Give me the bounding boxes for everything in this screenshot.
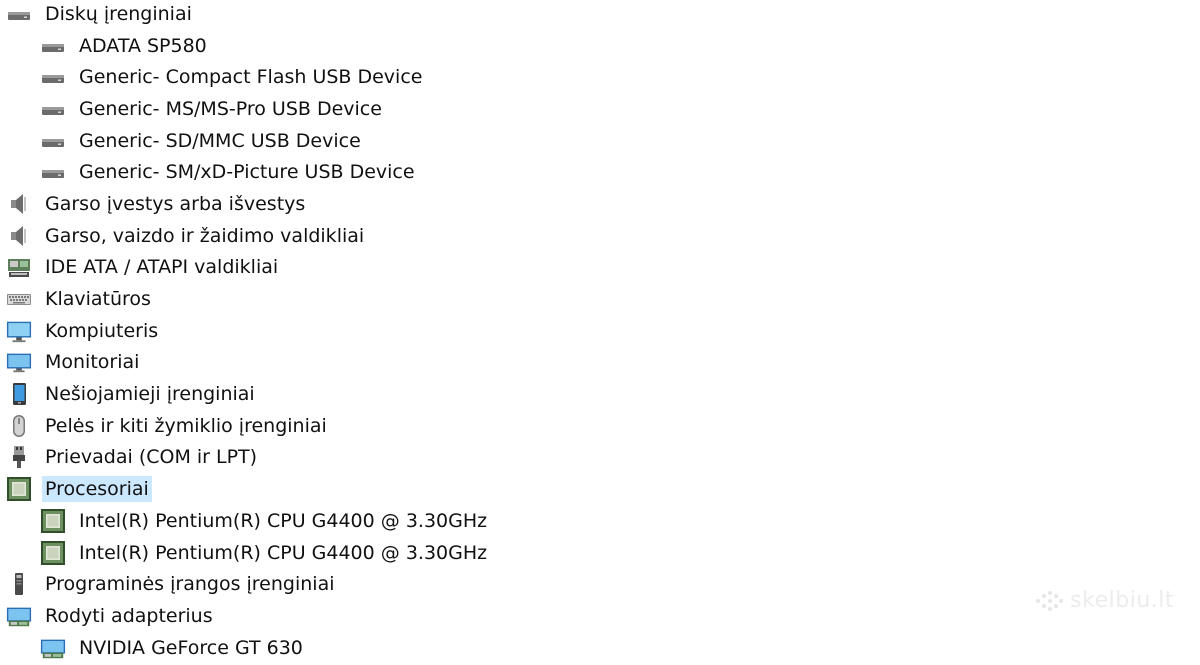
software-device-icon bbox=[6, 571, 32, 597]
tree-item-label: Generic- Compact Flash USB Device bbox=[79, 66, 423, 89]
ide-controller-icon bbox=[6, 254, 32, 280]
tree-item[interactable]: Generic- Compact Flash USB Device bbox=[0, 61, 1200, 93]
tree-item[interactable]: Garso įvestys arba išvestys bbox=[0, 188, 1200, 220]
tree-item-label: Monitoriai bbox=[45, 351, 140, 374]
watermark-logo-icon bbox=[1034, 590, 1064, 612]
tree-item[interactable]: Klaviatūros bbox=[0, 283, 1200, 315]
watermark: skelbiu.lt bbox=[1034, 588, 1174, 613]
tree-item[interactable]: Procesoriai bbox=[0, 473, 1200, 506]
processor-icon bbox=[40, 508, 66, 534]
drive-icon bbox=[6, 1, 32, 27]
tree-item[interactable]: Monitoriai bbox=[0, 347, 1200, 379]
port-icon bbox=[6, 444, 32, 470]
tree-item[interactable]: Nešiojamieji įrenginiai bbox=[0, 378, 1200, 410]
tree-item-label: Generic- SD/MMC USB Device bbox=[79, 129, 361, 152]
tree-item[interactable]: Generic- MS/MS-Pro USB Device bbox=[0, 93, 1200, 125]
processor-icon bbox=[40, 540, 66, 566]
tree-item[interactable]: Prievadai (COM ir LPT) bbox=[0, 442, 1200, 474]
display-adapter-icon bbox=[6, 603, 32, 629]
tree-item[interactable]: Rodyti adapterius bbox=[0, 600, 1200, 632]
computer-icon bbox=[6, 318, 32, 344]
tree-item-label: IDE ATA / ATAPI valdikliai bbox=[45, 256, 279, 279]
tree-item[interactable]: Programinės įrangos įrenginiai bbox=[0, 568, 1200, 600]
tree-item-label: Nešiojamieji įrenginiai bbox=[45, 383, 255, 406]
tree-item-label: Programinės įrangos įrenginiai bbox=[45, 573, 335, 596]
tree-item[interactable]: ADATA SP580 bbox=[0, 30, 1200, 62]
tree-item-label: Rodyti adapterius bbox=[45, 604, 213, 627]
tree-item-label: Kompiuteris bbox=[45, 319, 159, 342]
tree-item[interactable]: Intel(R) Pentium(R) CPU G4400 @ 3.30GHz bbox=[0, 537, 1200, 569]
tree-item-label: Generic- MS/MS-Pro USB Device bbox=[79, 97, 382, 120]
tree-item-label: Intel(R) Pentium(R) CPU G4400 @ 3.30GHz bbox=[79, 509, 488, 532]
drive-icon bbox=[40, 33, 66, 59]
tree-item-label: Prievadai (COM ir LPT) bbox=[45, 446, 258, 469]
watermark-text: skelbiu.lt bbox=[1070, 588, 1174, 613]
tree-item-label: Intel(R) Pentium(R) CPU G4400 @ 3.30GHz bbox=[79, 541, 488, 564]
keyboard-icon bbox=[6, 286, 32, 312]
portable-device-icon bbox=[6, 381, 32, 407]
tree-item[interactable]: Kompiuteris bbox=[0, 315, 1200, 347]
drive-icon bbox=[40, 159, 66, 185]
tree-item-label: Procesoriai bbox=[42, 476, 152, 503]
tree-item[interactable]: Intel(R) Pentium(R) CPU G4400 @ 3.30GHz bbox=[0, 505, 1200, 537]
monitor-icon bbox=[6, 349, 32, 375]
device-tree: Diskų įrenginiai ADATA SP580 Generic- Comp… bbox=[0, 0, 1200, 663]
tree-item[interactable]: Diskų įrenginiai bbox=[0, 0, 1200, 30]
tree-item-label: Garso, vaizdo ir žaidimo valdikliai bbox=[45, 224, 365, 247]
tree-item-label: Garso įvestys arba išvestys bbox=[45, 192, 306, 215]
processor-icon bbox=[6, 476, 32, 502]
tree-item[interactable]: Pelės ir kiti žymiklio įrenginiai bbox=[0, 410, 1200, 442]
tree-item-label: Klaviatūros bbox=[45, 288, 151, 311]
tree-item[interactable]: IDE ATA / ATAPI valdikliai bbox=[0, 252, 1200, 284]
drive-icon bbox=[40, 64, 66, 90]
speaker-icon bbox=[6, 191, 32, 217]
tree-item[interactable]: Generic- SM/xD-Picture USB Device bbox=[0, 156, 1200, 188]
drive-icon bbox=[40, 128, 66, 154]
tree-item[interactable]: NVIDIA GeForce GT 630 bbox=[0, 632, 1200, 664]
tree-item-label: Generic- SM/xD-Picture USB Device bbox=[79, 161, 415, 184]
speaker-icon bbox=[6, 223, 32, 249]
tree-item-label: ADATA SP580 bbox=[79, 34, 207, 57]
tree-item-label: NVIDIA GeForce GT 630 bbox=[79, 636, 303, 659]
tree-item[interactable]: Garso, vaizdo ir žaidimo valdikliai bbox=[0, 220, 1200, 252]
drive-icon bbox=[40, 96, 66, 122]
mouse-icon bbox=[6, 413, 32, 439]
display-adapter-icon bbox=[40, 635, 66, 661]
tree-item-label: Diskų įrenginiai bbox=[45, 2, 192, 25]
tree-item[interactable]: Generic- SD/MMC USB Device bbox=[0, 125, 1200, 157]
tree-item-label: Pelės ir kiti žymiklio įrenginiai bbox=[45, 414, 327, 437]
